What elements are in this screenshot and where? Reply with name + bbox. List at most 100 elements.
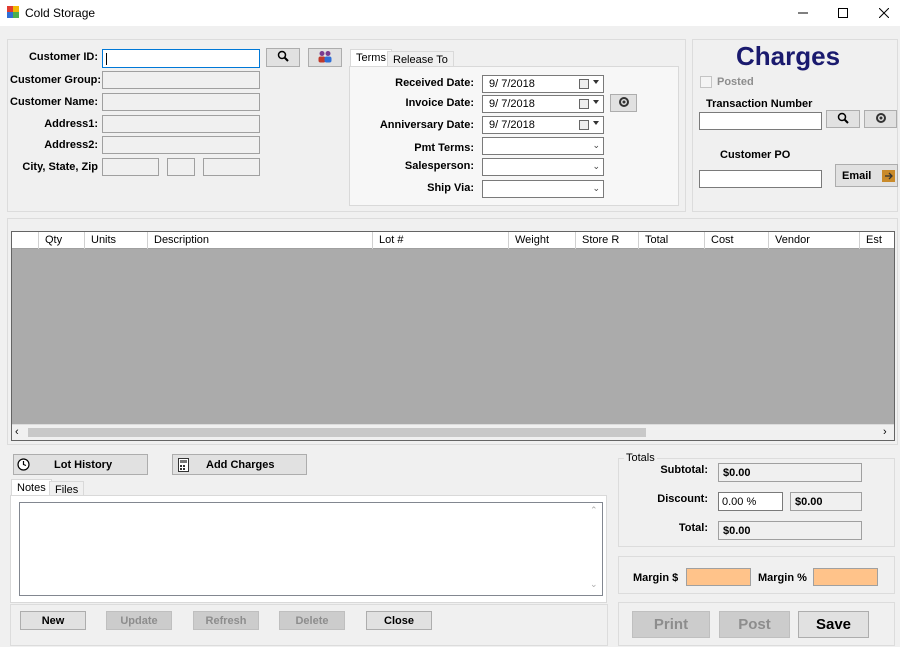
app-icon [7,6,19,18]
tab-files[interactable]: Files [49,481,85,496]
save-button[interactable]: Save [798,611,869,638]
lines-grid[interactable]: Qty Units Description Lot # Weight Store… [11,231,895,441]
grid-col-cost[interactable]: Cost [704,232,768,249]
address1-label: Address1: [44,118,98,130]
transaction-number-input[interactable] [699,112,822,130]
users-icon [317,50,333,66]
scroll-down-icon[interactable]: ⌄ [590,579,598,590]
margin-percent-label: Margin % [758,572,807,584]
close-button[interactable]: Close [366,611,432,630]
customer-id-input[interactable] [102,49,260,68]
zip-field[interactable] [203,158,260,176]
update-button[interactable]: Update [106,611,172,630]
dropdown-arrow-icon [593,80,599,84]
tab-release-to[interactable]: Release To [387,51,454,67]
ship-via-select[interactable]: ⌄ [482,180,604,198]
anniversary-date-label: Anniversary Date: [379,119,474,131]
post-button[interactable]: Post [719,611,790,638]
state-field[interactable] [167,158,195,176]
chevron-down-icon: ⌄ [592,140,600,150]
charges-title: Charges [736,41,841,71]
maximize-button[interactable] [823,0,863,26]
transaction-search-button[interactable] [826,110,860,128]
grid-col-vendor[interactable]: Vendor [768,232,859,249]
grid-col-lot[interactable]: Lot # [372,232,508,249]
invoice-date-label: Invoice Date: [405,97,474,109]
invoice-date-settings-button[interactable] [610,94,637,112]
pmt-terms-label: Pmt Terms: [414,142,474,154]
posted-checkbox[interactable] [700,76,712,88]
minimize-button[interactable] [783,0,823,26]
customer-lookup-button[interactable] [308,48,342,67]
print-button[interactable]: Print [632,611,710,638]
grid-horizontal-scrollbar[interactable]: ‹ › [12,424,894,440]
discount-label: Discount: [657,493,708,505]
search-icon [277,50,289,65]
subtotal-value: $0.00 [718,463,862,482]
customer-group-field[interactable] [102,71,260,89]
email-button-label: Email [842,169,872,182]
grid-col-units[interactable]: Units [84,232,147,249]
scroll-right-icon[interactable]: › [883,426,887,438]
total-value: $0.00 [718,521,862,540]
grid-col-total[interactable]: Total [638,232,704,249]
chevron-down-icon: ⌄ [592,161,600,171]
address1-field[interactable] [102,115,260,133]
anniversary-date-value: 9/ 7/2018 [489,119,535,131]
grid-col-store-r[interactable]: Store R [575,232,638,249]
scroll-up-icon[interactable]: ⌃ [590,505,598,516]
grid-header: Qty Units Description Lot # Weight Store… [12,232,894,249]
close-window-button[interactable] [864,0,900,26]
tab-notes[interactable]: Notes [11,479,52,496]
calendar-icon [579,79,589,89]
tab-terms[interactable]: Terms [350,49,392,67]
invoice-date-value: 9/ 7/2018 [489,98,535,110]
city-state-zip-label: City, State, Zip [22,161,98,173]
customer-search-button[interactable] [266,48,300,67]
calculator-icon [178,458,189,475]
grid-col-est[interactable]: Est [859,232,894,249]
grid-col-qty[interactable]: Qty [38,232,84,249]
received-date-label: Received Date: [395,77,474,89]
address2-label: Address2: [44,139,98,151]
ship-via-label: Ship Via: [427,182,474,194]
grid-col-description[interactable]: Description [147,232,372,249]
received-date-picker[interactable]: 9/ 7/2018 [482,75,604,93]
customer-po-input[interactable] [699,170,822,188]
new-button[interactable]: New [20,611,86,630]
add-charges-button[interactable]: Add Charges [172,454,307,475]
customer-po-label: Customer PO [720,149,791,161]
customer-group-label: Customer Group: [10,74,102,86]
lot-history-button[interactable]: Lot History [13,454,148,475]
dropdown-arrow-icon [593,100,599,104]
city-field[interactable] [102,158,159,176]
delete-button[interactable]: Delete [279,611,345,630]
send-icon [882,170,895,185]
invoice-date-picker[interactable]: 9/ 7/2018 [482,95,604,113]
add-charges-label: Add Charges [206,459,275,471]
margin-dollar-field [686,568,751,586]
address2-field[interactable] [102,136,260,154]
transaction-settings-button[interactable] [864,110,897,128]
refresh-button[interactable]: Refresh [193,611,259,630]
pmt-terms-select[interactable]: ⌄ [482,137,604,155]
notes-vertical-scrollbar[interactable]: ⌃ ⌄ [586,503,602,595]
scrollbar-thumb[interactable] [28,428,646,437]
grid-row-header-cell [12,232,38,249]
discount-percent-input[interactable]: 0.00 % [718,492,783,511]
margin-dollar-label: Margin $ [633,572,679,584]
scroll-left-icon[interactable]: ‹ [15,426,19,438]
received-date-value: 9/ 7/2018 [489,78,535,90]
window-title: Cold Storage [25,6,96,20]
salesperson-select[interactable]: ⌄ [482,158,604,176]
total-label: Total: [678,522,708,534]
customer-name-field[interactable] [102,93,260,111]
lot-history-label: Lot History [54,459,113,471]
customer-name-label: Customer Name: [10,96,99,108]
email-button[interactable]: Email [835,164,898,187]
grid-col-weight[interactable]: Weight [508,232,575,249]
notes-textarea[interactable]: ⌃ ⌄ [19,502,603,596]
gear-icon [618,96,630,111]
chevron-down-icon: ⌄ [592,183,600,193]
anniversary-date-picker[interactable]: 9/ 7/2018 [482,116,604,134]
